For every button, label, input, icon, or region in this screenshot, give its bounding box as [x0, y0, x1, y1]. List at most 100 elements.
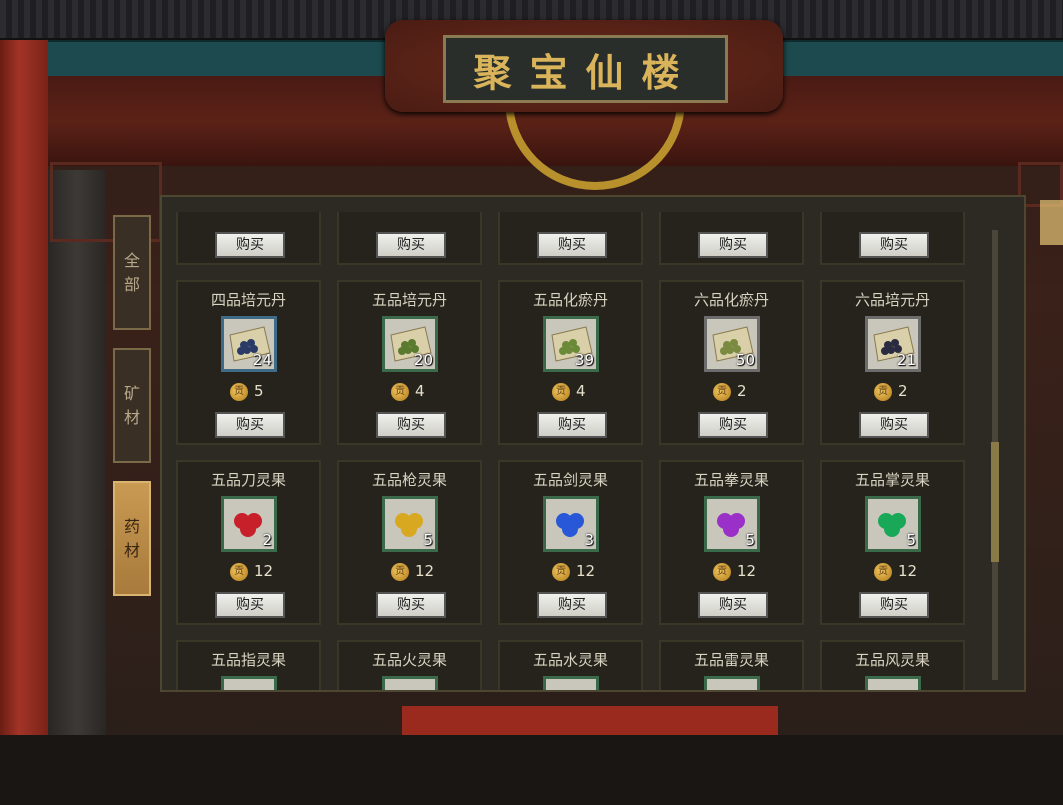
fruit-shape: [401, 521, 417, 537]
item-price: 4: [415, 382, 425, 400]
pill-shape: [398, 347, 406, 355]
item-card: 五品刀灵果 2 贡 12 购买: [176, 460, 321, 625]
item-quantity: 24: [252, 351, 272, 369]
fruit-shape: [723, 521, 739, 537]
inner-pillar: [48, 170, 106, 735]
pill-shape: [720, 347, 728, 355]
item-name: 四品培元丹: [210, 291, 286, 309]
pill-shape: [559, 347, 567, 355]
contribution-coin-icon: 贡: [552, 563, 570, 581]
buy-button[interactable]: 购买: [698, 772, 768, 798]
item-name: 五品水灵果: [532, 651, 608, 669]
fruit-shape: [240, 521, 256, 537]
fruit-shape: [562, 521, 578, 537]
item-quantity: 5: [745, 531, 755, 549]
tab-herbs[interactable]: 药材: [113, 481, 151, 596]
item-name: 五品雷灵果: [693, 651, 769, 669]
bottom-carpet: [402, 706, 778, 735]
buy-button[interactable]: 购买: [537, 592, 607, 618]
item-name: 六品培元丹: [854, 291, 930, 309]
item-price: 5: [254, 382, 264, 400]
item-price: 2: [898, 382, 908, 400]
item-quantity: 21: [896, 351, 916, 369]
buy-button[interactable]: 购买: [537, 412, 607, 438]
shop-title: 聚宝仙楼: [473, 49, 698, 95]
buy-button[interactable]: 购买: [215, 412, 285, 438]
fruit-shape: [884, 521, 900, 537]
buy-button[interactable]: 购买: [698, 232, 768, 258]
item-name: 六品化瘀丹: [693, 291, 769, 309]
pill-packet-icon[interactable]: 50: [704, 316, 760, 372]
item-quantity: 20: [413, 351, 433, 369]
item-price: 12: [576, 562, 596, 580]
item-price: 4: [576, 382, 586, 400]
red-pillar: [0, 40, 48, 735]
buy-button[interactable]: 购买: [859, 592, 929, 618]
item-price: 2: [737, 382, 747, 400]
pill-packet-icon[interactable]: 20: [382, 316, 438, 372]
buy-button[interactable]: 购买: [859, 232, 929, 258]
item-card: 六品化瘀丹 50 贡 2 购买: [659, 280, 804, 445]
item-card: 五品掌灵果 5 贡 12 购买: [820, 460, 965, 625]
contribution-coin-icon: 贡: [391, 383, 409, 401]
buy-button[interactable]: 购买: [376, 232, 446, 258]
scrollbar-thumb[interactable]: [991, 442, 999, 562]
buy-button[interactable]: 购买: [376, 772, 446, 798]
contribution-coin-icon: 贡: [713, 383, 731, 401]
item-name: 五品火灵果: [371, 651, 447, 669]
item-card: 五品拳灵果 5 贡 12 购买: [659, 460, 804, 625]
buy-button[interactable]: 购买: [537, 772, 607, 798]
pill-shape: [237, 347, 245, 355]
contribution-coin-icon: 贡: [230, 563, 248, 581]
contribution-coin-icon: 贡: [391, 563, 409, 581]
pill-packet-icon[interactable]: 24: [221, 316, 277, 372]
pill-packet-icon[interactable]: 21: [865, 316, 921, 372]
contribution-coin-icon: 贡: [552, 383, 570, 401]
buy-button[interactable]: 购买: [376, 412, 446, 438]
item-card: 六品培元丹 21 贡 2 购买: [820, 280, 965, 445]
buy-button[interactable]: 购买: [537, 232, 607, 258]
item-name: 五品拳灵果: [693, 471, 769, 489]
tab-ore[interactable]: 矿材: [113, 348, 151, 463]
spirit-fruit-icon[interactable]: 5: [865, 496, 921, 552]
item-name: 五品风灵果: [854, 651, 930, 669]
item-quantity: 2: [262, 531, 272, 549]
item-price: 12: [254, 562, 274, 580]
item-quantity: 5: [423, 531, 433, 549]
tab-label: 药材: [123, 516, 140, 560]
item-price: 12: [898, 562, 918, 580]
buy-button[interactable]: 购买: [859, 412, 929, 438]
spirit-fruit-icon[interactable]: 2: [221, 496, 277, 552]
buy-button[interactable]: 购买: [698, 592, 768, 618]
spirit-fruit-icon[interactable]: 5: [704, 496, 760, 552]
contribution-coin-icon: 贡: [230, 383, 248, 401]
item-name: 五品掌灵果: [854, 471, 930, 489]
contribution-coin-icon: 贡: [874, 563, 892, 581]
item-price: 12: [737, 562, 757, 580]
lantern-glow: [1040, 200, 1063, 245]
item-quantity: 39: [574, 351, 594, 369]
contribution-coin-icon: 贡: [874, 383, 892, 401]
shop-plaque: 聚宝仙楼: [443, 35, 728, 103]
pill-packet-icon[interactable]: 39: [543, 316, 599, 372]
tab-label: 矿材: [123, 383, 140, 427]
buy-button[interactable]: 购买: [859, 772, 929, 798]
spirit-fruit-icon[interactable]: 3: [543, 496, 599, 552]
item-card: 五品枪灵果 5 贡 12 购买: [337, 460, 482, 625]
item-card: 五品剑灵果 3 贡 12 购买: [498, 460, 643, 625]
item-name: 五品培元丹: [371, 291, 447, 309]
item-quantity: 5: [906, 531, 916, 549]
buy-button[interactable]: 购买: [215, 592, 285, 618]
item-name: 五品剑灵果: [532, 471, 608, 489]
item-card: 五品化瘀丹 39 贡 4 购买: [498, 280, 643, 445]
item-name: 五品化瘀丹: [532, 291, 608, 309]
item-quantity: 50: [735, 351, 755, 369]
item-card: 四品培元丹 24 贡 5 购买: [176, 280, 321, 445]
tab-all[interactable]: 全部: [113, 215, 151, 330]
tab-label: 全部: [123, 250, 140, 294]
buy-button[interactable]: 购买: [215, 232, 285, 258]
buy-button[interactable]: 购买: [376, 592, 446, 618]
buy-button[interactable]: 购买: [215, 772, 285, 798]
buy-button[interactable]: 购买: [698, 412, 768, 438]
spirit-fruit-icon[interactable]: 5: [382, 496, 438, 552]
